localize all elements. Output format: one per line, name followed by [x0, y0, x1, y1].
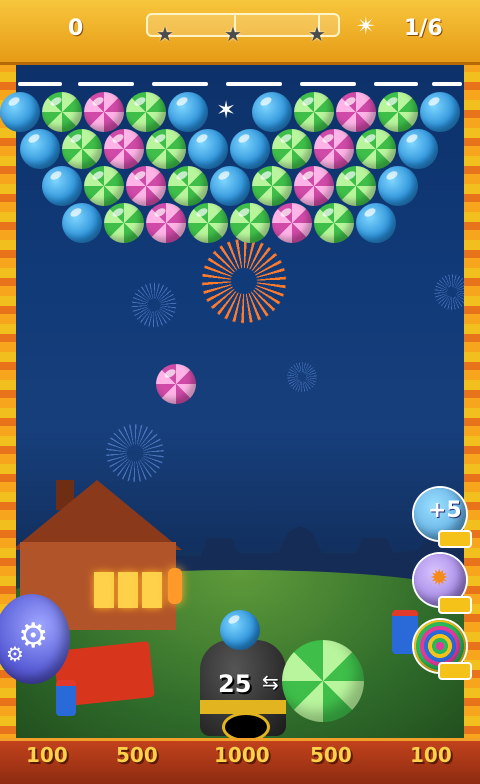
grid-bubble-blue — [62, 203, 102, 243]
score-bin: 100 — [26, 743, 68, 767]
grid-bubble-blue — [168, 92, 208, 132]
score-bin: 100 — [410, 743, 452, 767]
grid-bubble-green — [42, 92, 82, 132]
ceiling-dash — [78, 82, 134, 86]
grid-bubble-blue — [252, 92, 292, 132]
ceiling-dash — [432, 82, 462, 86]
score-bin: 1000 — [214, 743, 270, 767]
grid-bubble-blue — [188, 129, 228, 169]
next-bubble[interactable] — [282, 640, 364, 722]
grid-bubble-blue — [420, 92, 460, 132]
grid-bubble-green — [146, 129, 186, 169]
firework-faint — [98, 418, 172, 488]
star-icon: ★ — [224, 22, 242, 46]
current-bubble — [220, 610, 260, 650]
star-icon: ★ — [308, 22, 326, 46]
window — [142, 572, 162, 608]
grid-bubble-green — [168, 166, 208, 206]
grid-bubble-green — [378, 92, 418, 132]
top-bar: 0 ★ ★ ★ ✴ 1/6 — [0, 0, 480, 62]
window — [94, 572, 114, 608]
grid-bubble-blue — [356, 203, 396, 243]
grid-bubble-pink — [126, 166, 166, 206]
grid-bubble-blue — [0, 92, 40, 132]
fireball-icon: ✹ — [430, 566, 449, 591]
game-scene[interactable]: ✶ ⚙ ⚙ +5 ✹ 25 ⇆ 100 500 1000 500 100 0 ★… — [0, 0, 480, 784]
ceiling-dash — [226, 82, 282, 86]
ceiling-dash — [300, 82, 356, 86]
firework-faint — [124, 280, 184, 330]
grid-bubble-pink — [336, 92, 376, 132]
grid-bubble-pink — [314, 129, 354, 169]
sparkle-icon: ✶ — [216, 96, 237, 124]
grid-bubble-pink — [294, 166, 334, 206]
grid-bubble-green — [336, 166, 376, 206]
score-bin: 500 — [116, 743, 158, 767]
ammo-count: 25 — [218, 670, 252, 698]
grid-bubble-green — [188, 203, 228, 243]
powerup-count-tag — [438, 662, 472, 680]
star-icon: ★ — [156, 22, 174, 46]
sparkle-icon: ✴ — [356, 12, 377, 40]
grid-bubble-blue — [398, 129, 438, 169]
grid-bubble-blue — [230, 129, 270, 169]
grid-bubble-green — [252, 166, 292, 206]
lantern — [168, 568, 182, 604]
gear-icon: ⚙ — [6, 642, 24, 666]
grid-bubble-green — [104, 203, 144, 243]
powerup-count-tag — [438, 530, 472, 548]
moves-counter: 1/6 — [404, 16, 443, 41]
grid-bubble-green — [62, 129, 102, 169]
marigold-border-right — [464, 62, 480, 742]
grid-bubble-blue — [42, 166, 82, 206]
grid-bubble-pink — [84, 92, 124, 132]
flying-bubble — [156, 364, 196, 404]
grid-bubble-green — [294, 92, 334, 132]
score-bins: 100 500 1000 500 100 — [0, 738, 480, 784]
grid-bubble-blue — [378, 166, 418, 206]
firecracker — [56, 680, 76, 716]
grid-bubble-blue — [20, 129, 60, 169]
firework-burst — [192, 236, 296, 326]
grid-bubble-green — [126, 92, 166, 132]
score-bin: 500 — [310, 743, 352, 767]
ceiling-dash — [374, 82, 418, 86]
roof — [12, 480, 182, 550]
grid-bubble-pink — [272, 203, 312, 243]
grid-bubble-green — [84, 166, 124, 206]
grid-bubble-pink — [146, 203, 186, 243]
score-value: 0 — [68, 16, 84, 41]
grid-bubble-green — [230, 203, 270, 243]
ceiling-dash — [18, 82, 62, 86]
swap-arrow-icon[interactable]: ⇆ — [262, 670, 279, 694]
powerup-label: +5 — [428, 498, 462, 523]
grid-bubble-blue — [210, 166, 250, 206]
powerup-count-tag — [438, 596, 472, 614]
grid-bubble-green — [356, 129, 396, 169]
grid-bubble-pink — [104, 129, 144, 169]
grid-bubble-green — [314, 203, 354, 243]
ceiling-dash — [152, 82, 208, 86]
grid-bubble-green — [272, 129, 312, 169]
firework-faint — [282, 360, 322, 394]
window — [118, 572, 138, 608]
